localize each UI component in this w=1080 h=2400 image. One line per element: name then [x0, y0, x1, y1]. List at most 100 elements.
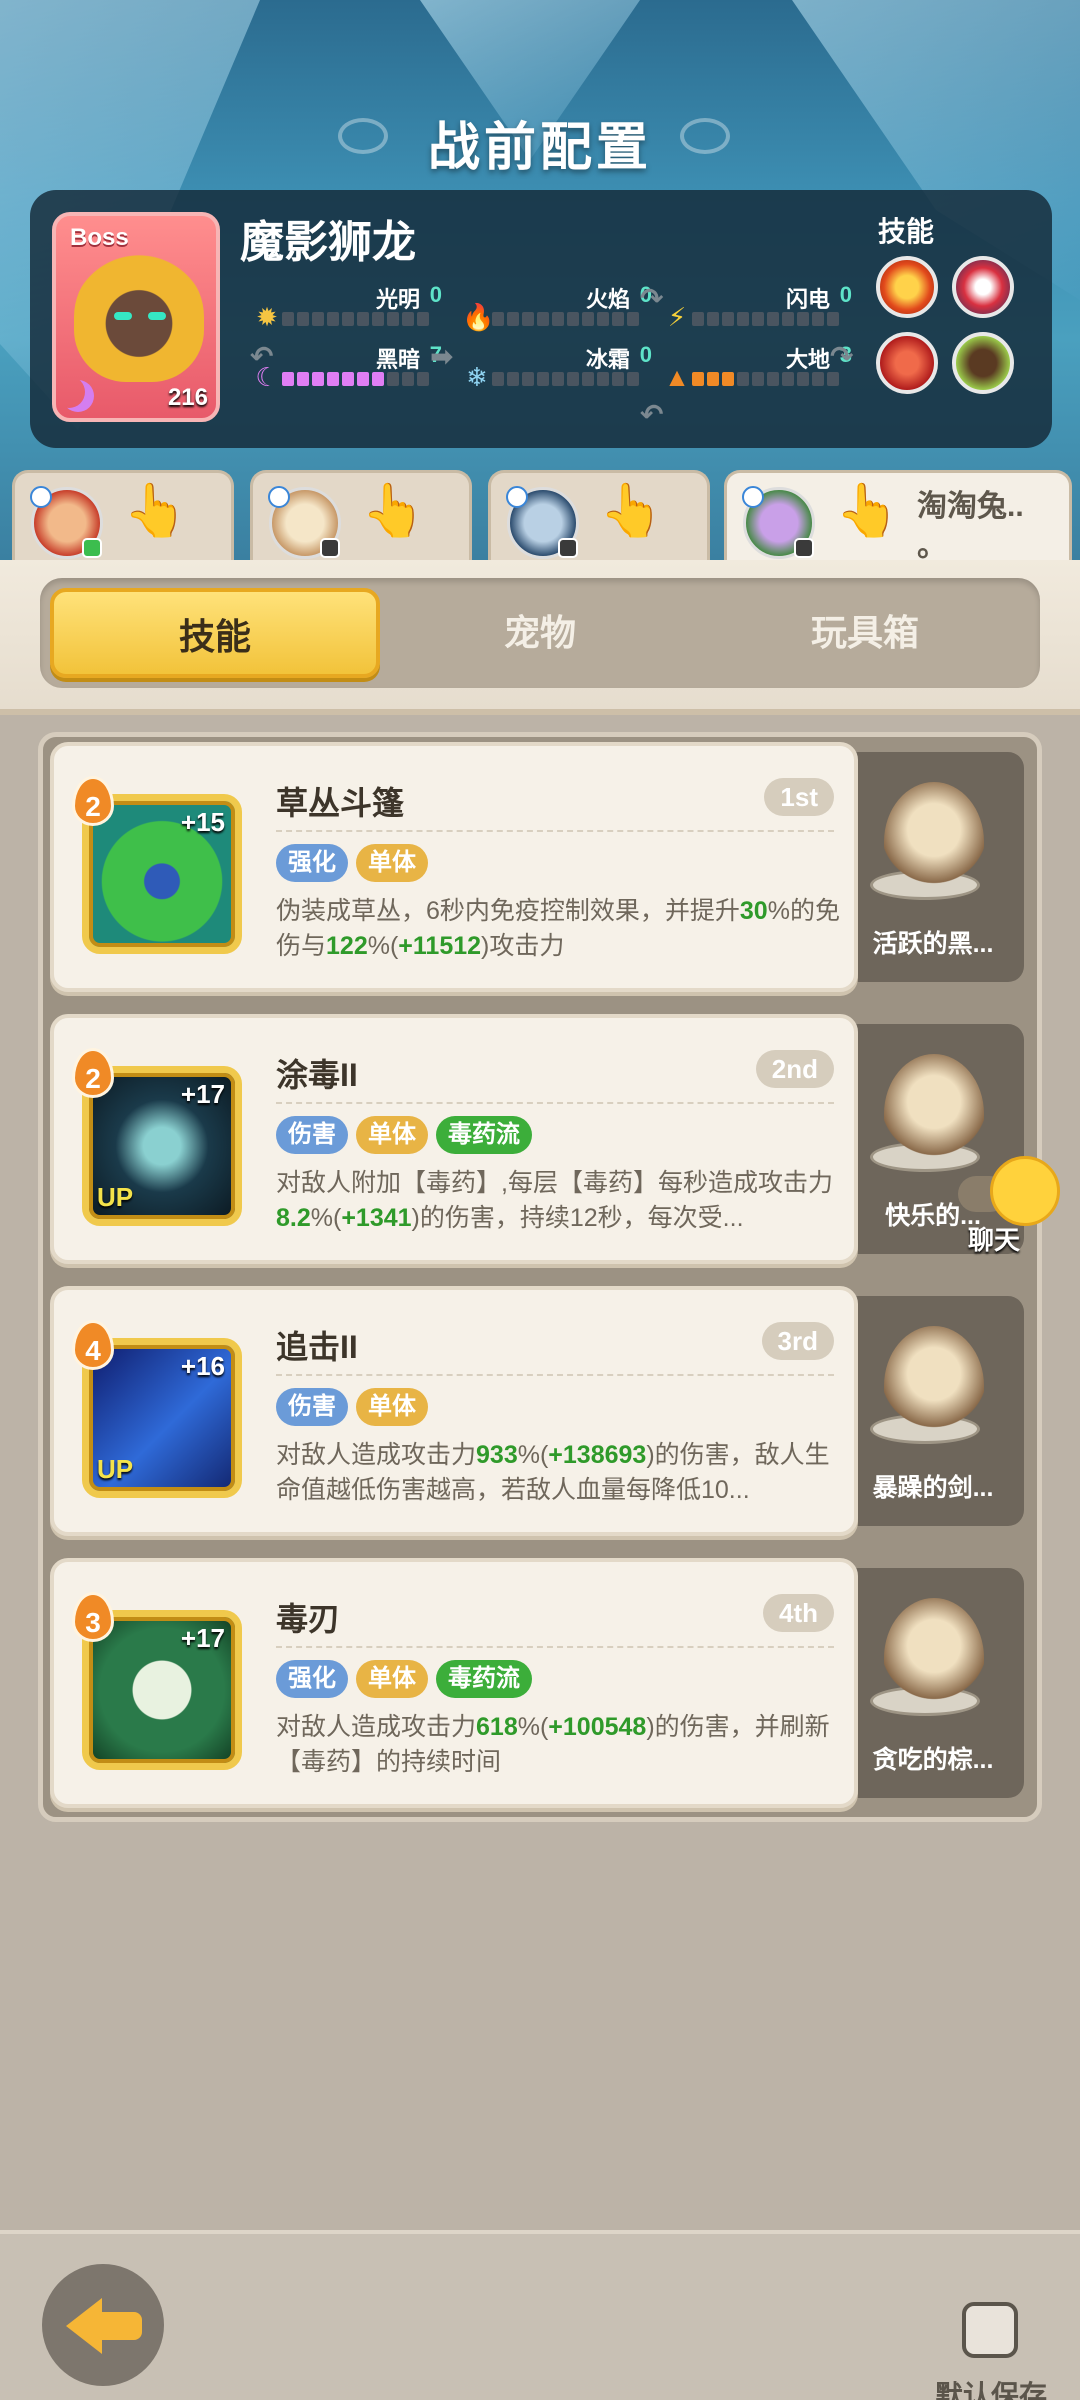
description-text: 对敌人附加【毒药】,每层【毒药】每秒造成攻击力: [276, 1169, 833, 1197]
smiley-icon: [990, 1156, 1060, 1226]
team-tab-1[interactable]: 👆: [12, 470, 234, 565]
chat-button[interactable]: 聊天: [958, 1156, 1068, 1256]
snowflake-icon: ❄: [466, 362, 488, 392]
attribute-bar-segment: [812, 312, 824, 326]
description-text: )的伤害，持续12秒，每次受...: [411, 1204, 744, 1232]
skill-rank-badge: 3rd: [761, 1322, 834, 1360]
highlight-value: 122: [326, 932, 368, 960]
attribute-bar-segment: [722, 372, 734, 386]
attribute-value: 0: [429, 282, 442, 307]
highlight-value: 8.2: [276, 1204, 311, 1232]
skill-level-badge: 3: [72, 1592, 114, 1642]
attribute-bar: [282, 372, 429, 386]
skill-card[interactable]: +17 UP 2 涂毒II 2nd 伤害 单体 毒药流 对敌人附加【毒药】,每层【毒药】每秒造成…: [50, 1014, 858, 1264]
mountain-icon: ▲: [664, 362, 690, 392]
skill-description: 对敌人附加【毒药】,每层【毒药】每秒造成攻击力 8.2%(+1341)的伤害，持续…: [276, 1166, 846, 1236]
boss-skills-label: 技能: [877, 216, 934, 247]
attribute-bar-segment: [567, 312, 579, 326]
skill-tags: 强化 单体: [276, 844, 428, 882]
divider: [276, 1374, 834, 1376]
attribute-bar-segment: [797, 312, 809, 326]
skill-title: 草丛斗篷: [276, 785, 405, 821]
team-tab-3[interactable]: 👆: [488, 470, 710, 565]
skill-row: 活跃的黑... +15 2 草丛斗篷 1st 强化 单体 伪装成草丛，6秒内免疫控制效果，并提…: [50, 742, 1030, 992]
skill-card[interactable]: +15 2 草丛斗篷 1st 强化 单体 伪装成草丛，6秒内免疫控制效果，并提升30%的免伤…: [50, 742, 858, 992]
attribute-bar-segment: [737, 312, 749, 326]
attribute-bar-segment: [297, 312, 309, 326]
highlight-value: +11512: [398, 932, 482, 960]
bottom-bar: 默认保存: [0, 2230, 1080, 2400]
attribute-bar-segment: [567, 372, 579, 386]
skill-up-badge: UP: [97, 1182, 134, 1212]
attribute-bar-segment: [752, 312, 764, 326]
skill-row: 暴躁的剑... +16 UP 4 追击II 3rd 伤害 单体 对敌人造成攻击力933%(+13…: [50, 1286, 1030, 1536]
element-icon: [506, 486, 528, 508]
attribute-label: 冰霜: [585, 347, 630, 372]
pet-slot[interactable]: 贪吃的棕...: [842, 1568, 1024, 1798]
tab-toybox[interactable]: 玩具箱: [700, 588, 1030, 678]
cycle-arrow-icon: ↶: [640, 399, 664, 430]
team-tab-2[interactable]: 👆: [250, 470, 472, 565]
pet-figure-icon: [884, 782, 984, 902]
attribute-label: 光明: [375, 287, 420, 312]
skill-tag: 单体: [356, 1660, 428, 1698]
attribute-bar-segment: [282, 372, 294, 386]
hero-avatar: [30, 486, 103, 559]
attribute-bar-segment: [312, 372, 324, 386]
default-save-checkbox[interactable]: [962, 2302, 1018, 2358]
attribute-bar-segment: [737, 372, 749, 386]
cycle-arrow-icon: ↷: [640, 283, 664, 314]
boss-portrait-card[interactable]: Boss 216: [52, 212, 220, 422]
bird-skill-icon[interactable]: [952, 256, 1014, 318]
attribute-bar-segment: [812, 372, 824, 386]
attribute-bar-segment: [357, 372, 369, 386]
team-member-tabs: 👆 👆 👆 👆 淘淘兔.. 。: [0, 470, 1080, 565]
skill-tag: 毒药流: [436, 1660, 532, 1698]
attribute-5: ❄ 冰霜 0: [466, 342, 670, 402]
attribute-bar-segment: [372, 372, 384, 386]
team-tab-4[interactable]: 👆 淘淘兔.. 。: [724, 470, 1072, 565]
skill-card[interactable]: +17 3 毒刃 4th 强化 单体 毒药流 对敌人造成攻击力618%(+100548)的伤害…: [50, 1558, 858, 1808]
hero-avatar: [742, 486, 815, 559]
skill-tags: 伤害 单体 毒药流: [276, 1116, 532, 1154]
tab-pets[interactable]: 宠物: [375, 588, 705, 678]
boss-eye: [114, 312, 132, 320]
skill-tag: 强化: [276, 844, 348, 882]
pet-name: 暴躁的剑...: [872, 1474, 994, 1502]
attribute-bar-segment: [537, 312, 549, 326]
attribute-bar-segment: [417, 312, 429, 326]
skill-card[interactable]: +16 UP 4 追击II 3rd 伤害 单体 对敌人造成攻击力933%(+138693)的伤…: [50, 1286, 858, 1536]
back-button[interactable]: [42, 2264, 164, 2386]
fire-icon: 🔥: [462, 302, 495, 332]
attribute-bar-segment: [342, 372, 354, 386]
default-save-label: 默认保存: [935, 2380, 1048, 2400]
highlight-value: 30: [739, 897, 768, 925]
attribute-bar-segment: [782, 312, 794, 326]
claw-skill-icon[interactable]: [876, 332, 938, 394]
attribute-bar-segment: [552, 312, 564, 326]
attribute-bar-segment: [522, 372, 534, 386]
highlight-value: 933: [476, 1441, 518, 1469]
attribute-bar-segment: [612, 372, 624, 386]
description-text: 伪装成草丛，6秒内免疫控制效果，并提升: [276, 897, 740, 925]
tab-skills[interactable]: 技能: [50, 588, 380, 678]
skill-tags: 伤害 单体: [276, 1388, 428, 1426]
attribute-1: ✹ 光明 0: [256, 282, 460, 342]
beast-skill-icon[interactable]: [952, 332, 1014, 394]
attribute-bar-segment: [722, 312, 734, 326]
fire-skill-icon[interactable]: [876, 256, 938, 318]
pet-slot[interactable]: 暴躁的剑...: [842, 1296, 1024, 1526]
attribute-bar-segment: [597, 372, 609, 386]
highlight-value: +138693: [548, 1441, 647, 1469]
attribute-bar-segment: [552, 372, 564, 386]
pet-slot[interactable]: 活跃的黑...: [842, 752, 1024, 982]
pet-name: 贪吃的棕...: [872, 1746, 994, 1774]
cycle-arrow-icon: ➡: [430, 341, 454, 372]
back-arrow-shaft: [100, 2312, 142, 2340]
attribute-bar-segment: [767, 372, 779, 386]
attribute-bar-segment: [522, 312, 534, 326]
boss-eye: [148, 312, 166, 320]
page-title: 战前配置: [427, 119, 652, 177]
attribute-bar-segment: [297, 372, 309, 386]
attribute-bar-segment: [797, 372, 809, 386]
